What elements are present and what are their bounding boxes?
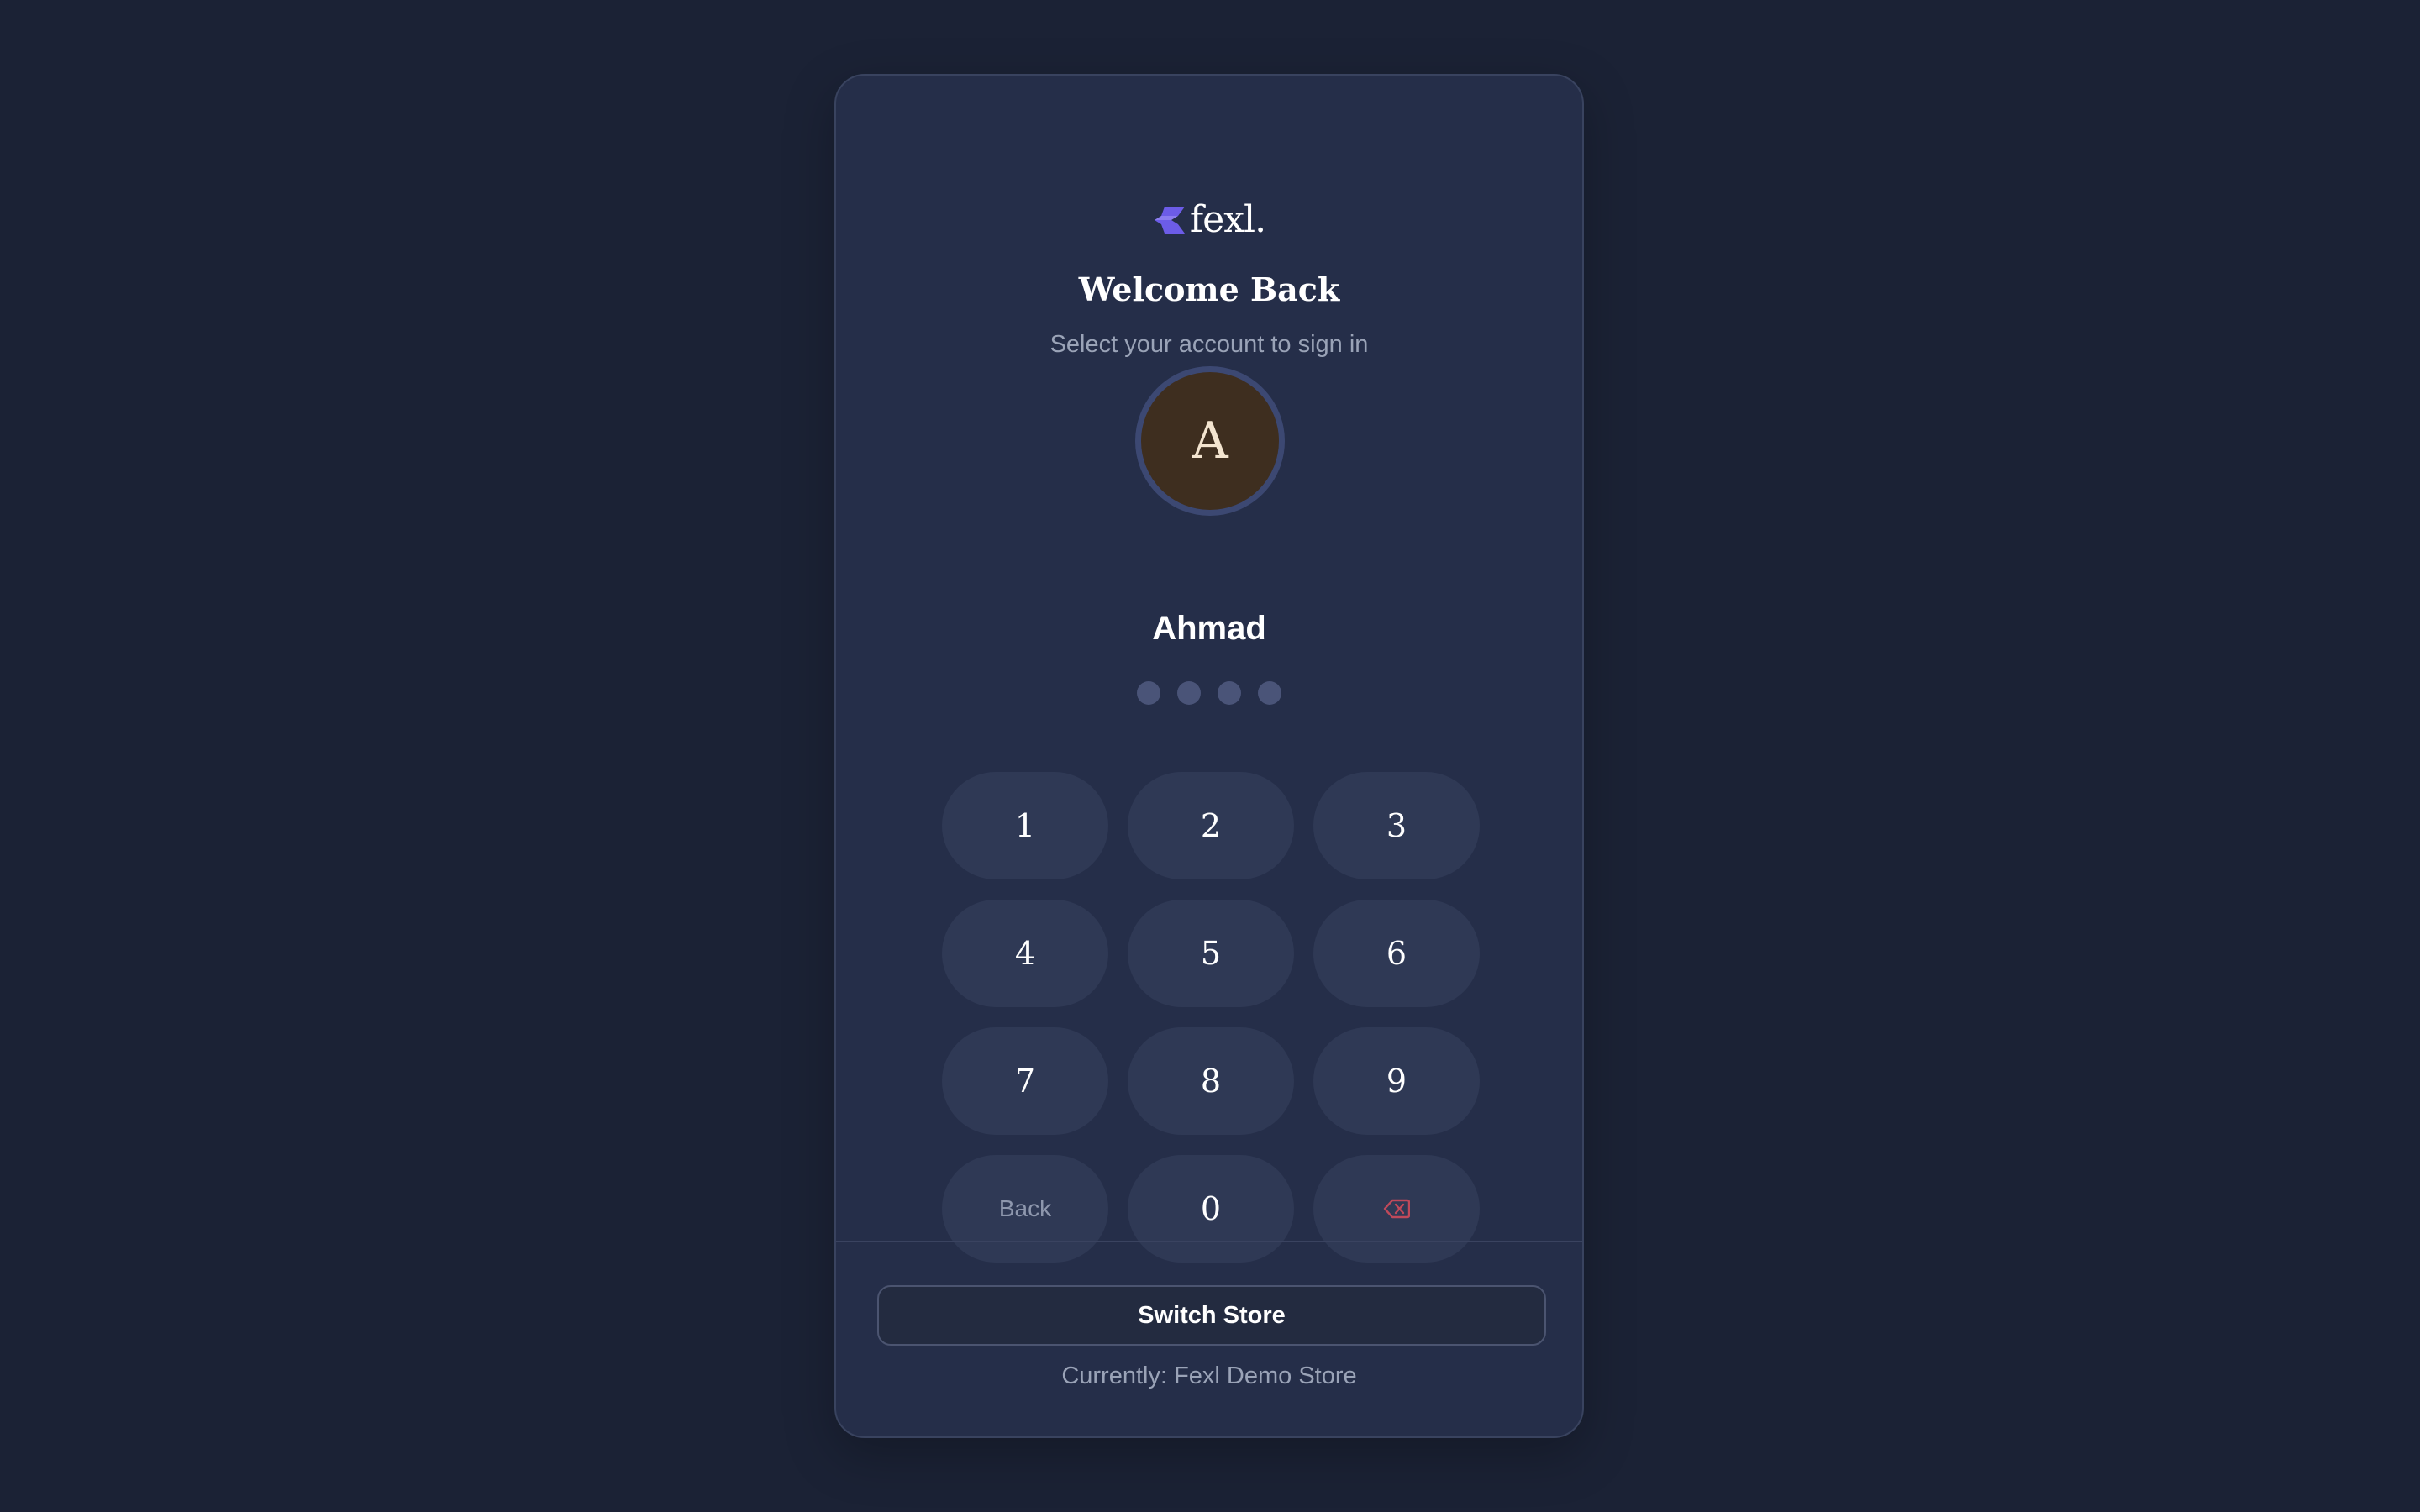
key-2[interactable]: 2: [1128, 772, 1294, 879]
pin-dot: [1177, 681, 1201, 705]
key-7[interactable]: 7: [942, 1027, 1108, 1135]
key-8[interactable]: 8: [1128, 1027, 1294, 1135]
avatar-initial: A: [1192, 412, 1228, 470]
pin-dot: [1258, 681, 1281, 705]
pin-indicator: [836, 681, 1582, 705]
login-card: fexl. Welcome Back Select your account t…: [834, 74, 1584, 1438]
back-button[interactable]: Back: [942, 1155, 1108, 1263]
key-1[interactable]: 1: [942, 772, 1108, 879]
key-4[interactable]: 4: [942, 900, 1108, 1007]
key-3[interactable]: 3: [1313, 772, 1480, 879]
pin-dot: [1218, 681, 1241, 705]
key-9[interactable]: 9: [1313, 1027, 1480, 1135]
page-subtitle: Select your account to sign in: [1050, 331, 1369, 358]
user-name: Ahmad: [1152, 610, 1266, 647]
pin-keypad: 1 2 3 4 5 6 7 8 9 Back 0: [942, 772, 1480, 1263]
divider: [836, 1241, 1582, 1242]
logo-mark-icon: [1154, 207, 1185, 234]
key-6[interactable]: 6: [1313, 900, 1480, 1007]
page-title: Welcome Back: [1078, 270, 1340, 308]
backspace-icon: [1383, 1199, 1410, 1219]
logo-text: fexl.: [1189, 198, 1266, 241]
switch-store-button[interactable]: Switch Store: [877, 1285, 1546, 1346]
delete-button[interactable]: [1313, 1155, 1480, 1263]
key-5[interactable]: 5: [1128, 900, 1294, 1007]
key-0[interactable]: 0: [1128, 1155, 1294, 1263]
pin-dot: [1137, 681, 1160, 705]
logo: fexl.: [836, 202, 1582, 239]
avatar[interactable]: A: [1135, 366, 1285, 516]
current-store-label: Currently: Fexl Demo Store: [1061, 1362, 1357, 1389]
